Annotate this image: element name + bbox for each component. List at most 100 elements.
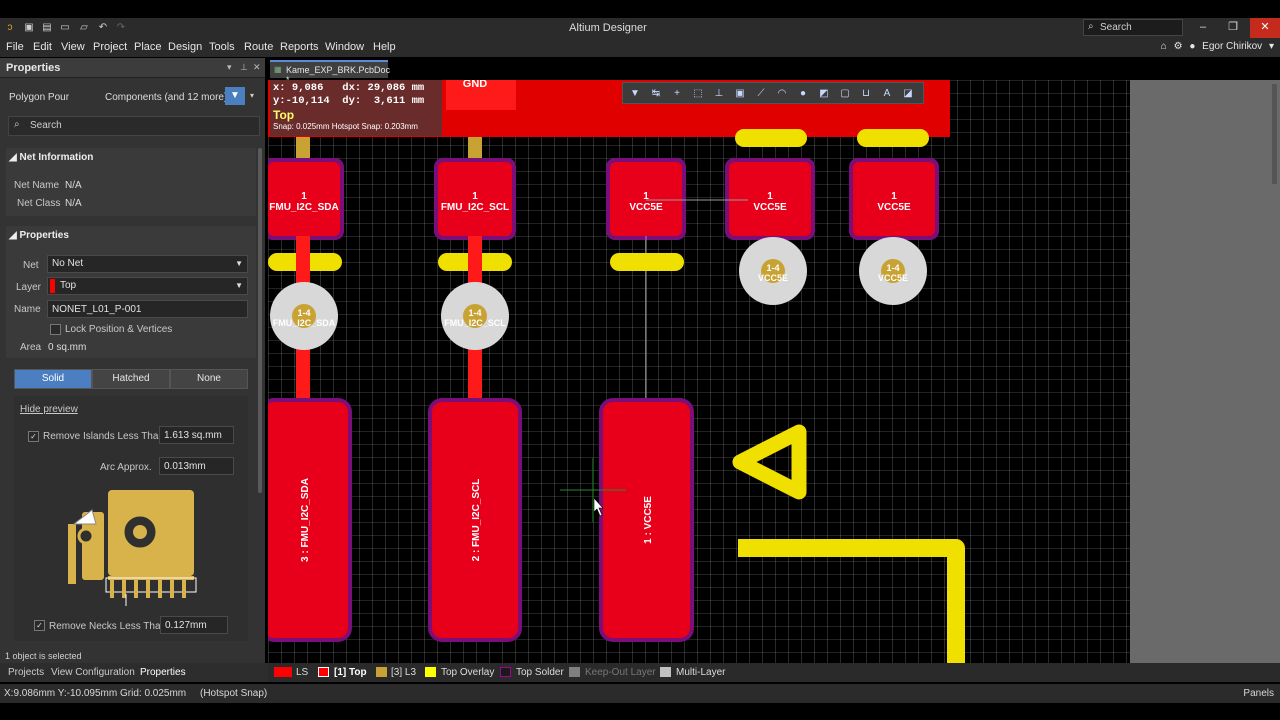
selection-status: 1 object is selected [5, 651, 82, 661]
fill-mode-solid[interactable]: Solid [14, 369, 92, 389]
restore-button[interactable]: ❐ [1218, 18, 1248, 38]
tab-view-configuration[interactable]: View Configuration [51, 667, 135, 678]
pad-number-3: 1 [643, 191, 649, 202]
fill-mode-hatched[interactable]: Hatched [92, 369, 170, 389]
pin-icon[interactable]: ⊥ [240, 62, 248, 73]
menu-bar: File Edit View Project Place Design Tool… [0, 38, 1280, 57]
document-tab[interactable]: ▦ Kame_EXP_BRK.PcbDoc * [270, 60, 390, 85]
route-icon[interactable]: ↹ [648, 86, 664, 102]
name-input[interactable]: NONET_L01_P-001 [47, 300, 248, 318]
filter-dropdown-icon[interactable]: ▾ [246, 87, 258, 105]
arc-icon[interactable]: ◠ [774, 86, 790, 102]
user-name: Egor Chirikov [1202, 41, 1263, 52]
menu-edit[interactable]: Edit [33, 41, 52, 53]
via-number-vcc5e-2: 1-4 [886, 263, 899, 273]
chevron-down-icon: ▾ [1268, 41, 1274, 52]
arc-approx-input[interactable]: 0.013mm [159, 457, 234, 475]
layer-tab-top[interactable]: [1] Top [334, 667, 367, 678]
big-pad-2-label: 2 : FMU_I2C_SCL [471, 479, 482, 562]
minimize-button[interactable]: – [1188, 18, 1218, 38]
pad-label-vcc5e-3: VCC5E [877, 202, 911, 213]
pad-label-scl: FMU_I2C_SCL [441, 202, 509, 213]
pad-number-2: 1 [472, 191, 478, 202]
panels-button[interactable]: Panels [1243, 688, 1274, 699]
menu-project[interactable]: Project [93, 41, 127, 53]
close-button[interactable]: ✕ [1250, 18, 1280, 38]
menu-route[interactable]: Route [244, 41, 273, 53]
layer-tab-keep-out[interactable]: Keep-Out Layer [585, 667, 656, 678]
panel-close-icon[interactable]: ✕ [253, 62, 261, 73]
net-select[interactable]: No Net ▼ [47, 255, 248, 273]
menu-window[interactable]: Window [325, 41, 364, 53]
arc-approx-label: Arc Approx. [100, 462, 152, 473]
top-solder-swatch [500, 667, 511, 677]
selection-scope[interactable]: Components (and 12 more) [105, 92, 227, 103]
canvas-scrollbar[interactable] [1272, 84, 1277, 184]
fill-mode-none[interactable]: None [170, 369, 248, 389]
panel-menu-icon[interactable]: ▾ [227, 62, 232, 73]
app-title: Altium Designer [569, 22, 647, 34]
menu-view[interactable]: View [61, 41, 85, 53]
hide-preview-link[interactable]: Hide preview [20, 404, 78, 415]
filter-button[interactable]: ▼ [225, 87, 245, 105]
home-icon[interactable]: ⌂ [1161, 41, 1167, 52]
via-icon[interactable]: ● [795, 86, 811, 102]
pad-label-vcc5e-2: VCC5E [753, 202, 787, 213]
layer-tab-top-solder[interactable]: Top Solder [516, 667, 564, 678]
interactive-route-icon[interactable]: ⟋ [753, 86, 769, 102]
menu-tools[interactable]: Tools [209, 41, 235, 53]
properties-panel: Properties ▾ ⊥ ✕ Polygon Pour Components… [0, 58, 265, 663]
keepout-swatch [569, 667, 580, 677]
title-bar: ↄ ▣ ▤ ▭ ▱ ↶ ↷ Altium Designer ⌕ Search –… [0, 18, 1280, 38]
big-pad-1-label: 1 : VCC5E [643, 496, 654, 544]
menu-design[interactable]: Design [168, 41, 202, 53]
remove-necks-checkbox[interactable]: ✓ [34, 620, 45, 631]
remove-islands-checkbox[interactable]: ✓ [28, 431, 39, 442]
cursor-coordinates: X:9.086mm Y:-10.095mm [4, 688, 118, 699]
top-overlay-swatch [425, 667, 436, 677]
menu-place[interactable]: Place [134, 41, 162, 53]
pad-number-4: 1 [767, 191, 773, 202]
panel-scrollbar[interactable] [258, 148, 262, 493]
menu-reports[interactable]: Reports [280, 41, 319, 53]
layer-tab-l3[interactable]: [3] L3 [391, 667, 416, 678]
global-search-input[interactable]: ⌕ Search [1083, 19, 1183, 36]
remove-necks-input[interactable]: 0.127mm [160, 616, 228, 634]
via-label-vcc5e-1: VCC5E [758, 273, 788, 283]
panel-search-input[interactable]: ⌕ Search [8, 116, 260, 136]
name-label: Name [14, 304, 41, 315]
layer-tab-multi-layer[interactable]: Multi-Layer [676, 667, 725, 678]
via-label-vcc5e-2: VCC5E [878, 273, 908, 283]
pcb-drawing: GND 1 FMU_I2C_SDA 1 FMU_I2C_SCL 1 VCC5E … [268, 80, 1130, 663]
net-class-label: Net Class [17, 198, 61, 209]
menu-file[interactable]: File [6, 41, 24, 53]
text-icon[interactable]: A [879, 86, 895, 102]
component-icon[interactable]: ▣ [732, 86, 748, 102]
avatar-icon: ● [1189, 41, 1196, 52]
filter-icon[interactable]: ▼ [627, 86, 643, 102]
layer-tab-top-overlay[interactable]: Top Overlay [441, 667, 494, 678]
fill-icon[interactable]: ▢ [837, 86, 853, 102]
align-icon[interactable]: ⊥ [711, 86, 727, 102]
pcb-canvas[interactable]: GND 1 FMU_I2C_SDA 1 FMU_I2C_SCL 1 VCC5E … [268, 80, 1280, 663]
layer-tab-ls[interactable]: LS [296, 667, 308, 678]
gear-icon[interactable]: ⚙ [1174, 41, 1183, 52]
polygon-icon[interactable]: ◩ [816, 86, 832, 102]
properties-section-title[interactable]: ◢ Properties [9, 230, 69, 241]
select-icon[interactable]: ⬚ [690, 86, 706, 102]
measure-icon[interactable]: ⊔ [858, 86, 874, 102]
grid-size: Grid: 0.025mm [120, 688, 187, 699]
lock-checkbox[interactable] [50, 324, 61, 335]
via-label-sda: FMU_I2C_SDA [273, 318, 336, 328]
crosshair-icon[interactable]: + [669, 86, 685, 102]
dimension-icon[interactable]: ◪ [900, 86, 916, 102]
user-area[interactable]: ⌂ ⚙ ● Egor Chirikov ▾ [1157, 41, 1274, 52]
remove-islands-input[interactable]: 1.613 sq.mm [159, 426, 234, 444]
tab-properties[interactable]: Properties [140, 667, 186, 678]
remove-islands-label: Remove Islands Less Than [43, 431, 164, 442]
tab-projects[interactable]: Projects [8, 667, 44, 678]
net-information-title[interactable]: ◢ Net Information [9, 152, 93, 163]
layer-select[interactable]: Top ▼ [47, 277, 248, 295]
menu-help[interactable]: Help [373, 41, 396, 53]
heads-up-display: x: 9,086 dx: 29,086 mm y:-10,114 dy: 3,6… [270, 80, 442, 136]
